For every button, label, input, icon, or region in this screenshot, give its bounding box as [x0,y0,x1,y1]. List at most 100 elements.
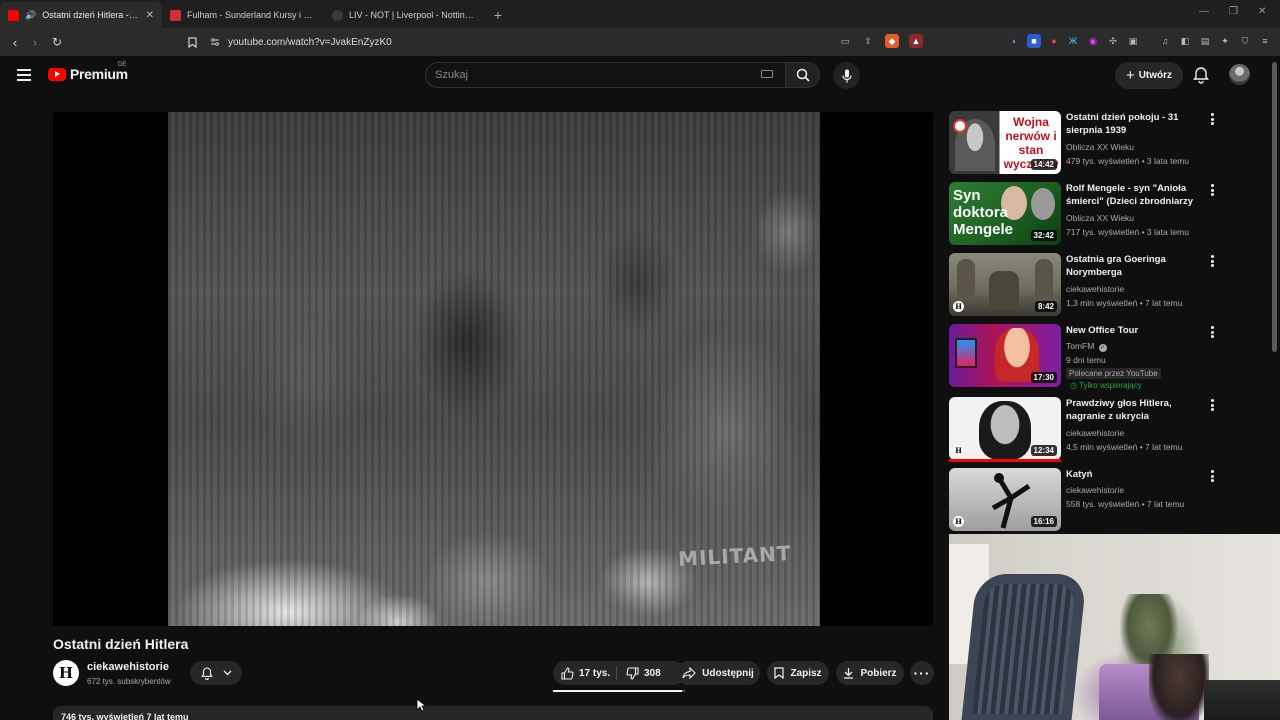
extension-shield-icon[interactable]: ◉ [1086,34,1100,48]
forward-icon[interactable]: › [25,32,45,52]
more-vertical-icon[interactable] [1210,113,1214,125]
close-tab-icon[interactable]: ✕ [146,10,154,21]
views-and-date: 746 tys. wyświetleń 7 lat temu [61,712,189,720]
channel-name[interactable]: ciekawehistorie [1066,428,1124,438]
video-title[interactable]: Prawdziwy głos Hitlera, nagranie z ukryc… [1066,397,1204,423]
extension-screenshot-icon[interactable]: ▣ [1126,34,1140,48]
vpn-icon[interactable]: ⛉ [1238,34,1252,48]
audio-playing-icon[interactable]: 🔊 [25,10,36,21]
back-icon[interactable]: ‹ [5,32,25,52]
members-only-label: Tylko wspierający [1079,381,1142,390]
youtube-play-logo-icon [48,67,66,81]
description-box[interactable]: 746 tys. wyświetleń 7 lat temu [53,706,933,720]
youtube-premium-logo[interactable]: Premium DE [48,62,128,82]
account-avatar[interactable] [1229,64,1250,85]
browser-tab-liverpool[interactable]: LIV - NOT | Liverpool - Nottingham F [324,2,486,28]
video-duration: 12:34 [1030,445,1057,456]
close-window-icon[interactable]: ✕ [1258,6,1266,17]
video-player[interactable]: MILITANT [53,112,933,626]
recommendation-item[interactable]: H 8:42 Ostatnia gra Goeringa Norymberga … [949,253,1229,319]
channel-name[interactable]: ciekawehistorie [1066,284,1124,294]
page-scrollbar[interactable] [1272,62,1277,352]
channel-name[interactable]: Oblicza XX Wieku [1066,142,1134,152]
cast-icon[interactable]: ▭ [838,34,852,48]
extension-translate-icon[interactable]: ◗ [1007,34,1021,48]
thumbs-up-icon [561,666,574,680]
site-settings-icon[interactable] [210,37,220,47]
brave-shield-icon[interactable]: ◆ [885,34,899,48]
url-field[interactable]: youtube.com/watch?v=JvakEnZyzK0 [210,32,930,52]
dislike-button[interactable]: 308 [626,661,661,685]
tab-title: LIV - NOT | Liverpool - Nottingham F [349,10,478,20]
watch-progress-bar [949,459,1061,462]
video-title[interactable]: Ostatnia gra Goeringa Norymberga [1066,253,1204,279]
recommendation-item[interactable]: H 12:34 Prawdziwy głos Hitlera, nagranie… [949,397,1229,463]
more-vertical-icon[interactable] [1210,399,1214,411]
video-title[interactable]: Ostatni dzień pokoju - 31 sierpnia 1939 [1066,111,1204,137]
media-controls-icon[interactable]: ♫ [1158,34,1172,48]
recommendation-item[interactable]: Wojna nerwów i stan wyczekiw 14:42 Ostat… [949,111,1229,177]
video-thumbnail[interactable]: 17:30 [949,324,1061,387]
extensions-puzzle-icon[interactable]: ✣ [1106,34,1120,48]
share-label: Udostępnij [702,667,754,679]
leo-ai-icon[interactable]: ✦ [1218,34,1232,48]
more-vertical-icon[interactable] [1210,184,1214,196]
more-vertical-icon[interactable] [1210,255,1214,267]
video-title[interactable]: New Office Tour [1066,324,1204,337]
video-thumbnail[interactable]: H 12:34 [949,397,1061,460]
more-vertical-icon[interactable] [1210,470,1214,482]
betting-site-favicon-icon [170,9,181,21]
subscription-notifications-button[interactable] [190,661,242,685]
browser-menu-icon[interactable]: ≡ [1258,34,1272,48]
restore-window-icon[interactable]: ❐ [1229,6,1238,17]
wallet-icon[interactable]: ▤ [1198,34,1212,48]
browser-tab-fulham[interactable]: Fulham - Sunderland Kursy i Zakłady [162,2,324,28]
channel-name[interactable]: ciekawehistorie [87,661,169,673]
channel-name: TomFM [1066,341,1095,351]
share-page-icon[interactable]: ⇪ [861,34,875,48]
new-tab-button[interactable]: + [486,2,510,28]
more-actions-button[interactable]: ··· [910,661,934,685]
sidebar-toggle-icon[interactable]: ◧ [1178,34,1192,48]
video-thumbnail[interactable]: Syn doktora Mengele 32:42 [949,182,1061,245]
create-button[interactable]: + Utwórz [1115,62,1183,89]
channel-name[interactable]: ciekawehistorie [1066,485,1124,495]
notifications-bell-icon[interactable] [1192,66,1210,84]
extension-badge-icon[interactable]: ■ [1027,34,1041,48]
save-button[interactable]: Zapisz [767,661,829,685]
extension-translate2-icon[interactable]: Ж [1066,34,1080,48]
thumbnail-caption: Syn doktora Mengele [953,187,1014,238]
channel-avatar[interactable]: H [53,660,79,686]
video-duration: 8:42 [1034,301,1057,312]
channel-name-row[interactable]: TomFM ✓ [1066,341,1107,352]
video-title[interactable]: Rolf Mengele - syn "Anioła śmierci" (Dzi… [1066,182,1204,208]
browser-tab-youtube[interactable]: 🔊 Ostatni dzień Hitlera - YouTube ✕ [0,2,162,28]
video-thumbnail[interactable]: Wojna nerwów i stan wyczekiw 14:42 [949,111,1061,174]
minimize-window-icon[interactable]: — [1199,6,1209,17]
video-meta: 558 tys. wyświetleń • 7 lat temu [1066,499,1185,509]
search-placeholder: Szukaj [435,69,469,81]
bookmark-icon[interactable] [182,32,202,52]
voice-search-button[interactable] [833,62,860,89]
brave-rewards-icon[interactable]: ▲ [909,34,923,48]
webcam-overlay [949,534,1280,720]
extension-red-icon[interactable]: ● [1047,34,1061,48]
reload-icon[interactable]: ↻ [47,32,67,52]
download-button[interactable]: Pobierz [836,661,904,685]
share-button[interactable]: Udostępnij [676,661,760,685]
region-code: DE [118,62,127,68]
video-title[interactable]: Katyń [1066,468,1204,481]
search-button[interactable] [786,62,820,88]
recommendation-item[interactable]: Syn doktora Mengele 32:42 Rolf Mengele -… [949,182,1229,248]
recommendation-item[interactable]: H 16:16 Katyń ciekawehistorie 558 tys. w… [949,468,1229,534]
video-thumbnail[interactable]: H 16:16 [949,468,1061,531]
search-input[interactable]: Szukaj [425,62,786,88]
recommendation-item[interactable]: 17:30 New Office Tour TomFM ✓ 9 dni temu… [949,324,1229,390]
video-thumbnail[interactable]: H 8:42 [949,253,1061,316]
mouse-cursor-icon [416,698,426,712]
more-vertical-icon[interactable] [1210,326,1214,338]
guide-menu-icon[interactable] [17,69,31,81]
keyboard-icon[interactable] [761,70,773,78]
channel-name[interactable]: Oblicza XX Wieku [1066,213,1134,223]
like-button[interactable]: 17 tys. [561,661,610,685]
